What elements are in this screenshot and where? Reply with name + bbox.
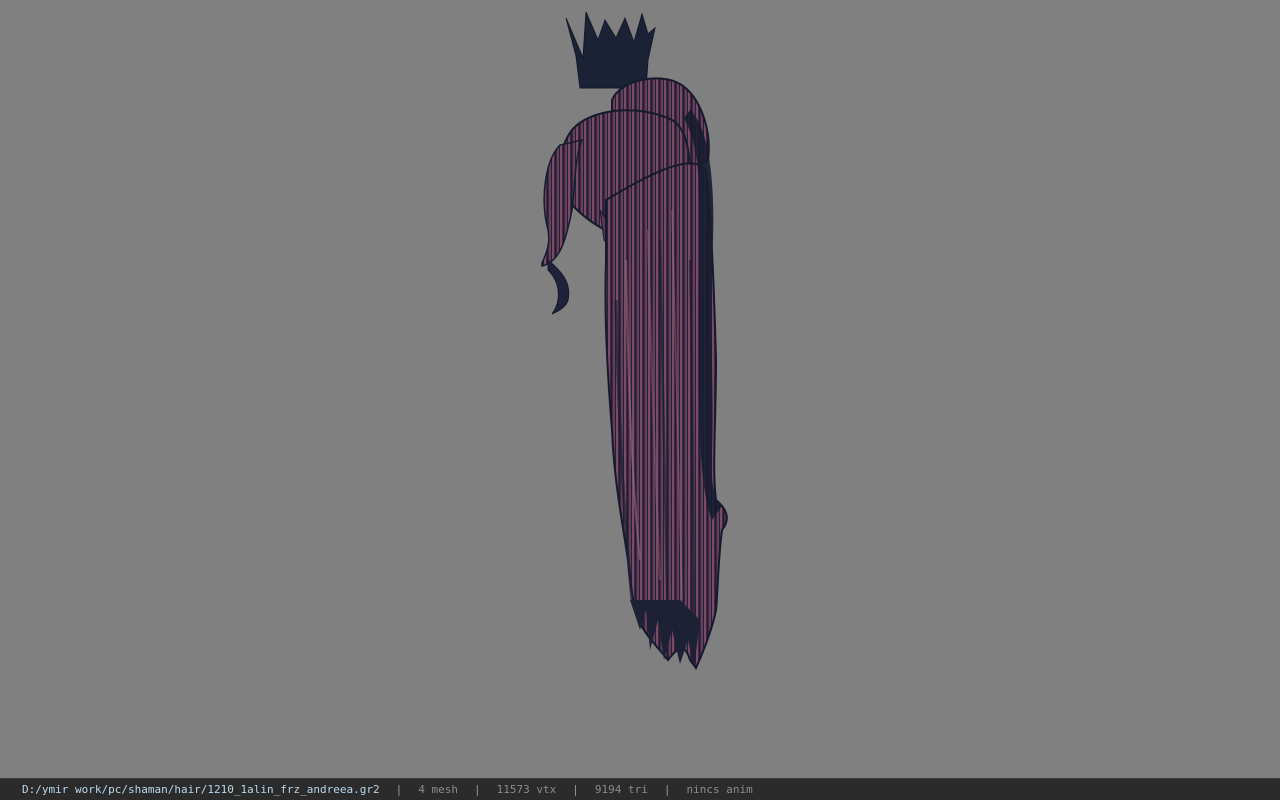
vertex-count-label: 11573 vtx [496, 783, 557, 796]
separator: | [663, 783, 671, 796]
hair-main-body [604, 110, 728, 670]
3d-viewport[interactable] [0, 0, 1280, 778]
topknot-crown [565, 11, 656, 89]
separator: | [572, 783, 579, 796]
separator: | [395, 783, 403, 796]
hair-model-render[interactable] [0, 0, 1280, 778]
mesh-count-label: 4 mesh [418, 783, 458, 796]
triangle-count-label: 9194 tri [594, 783, 648, 796]
status-bar: D:/ymir work/pc/shaman/hair/1210_1alin_f… [0, 778, 1280, 800]
file-path-label: D:/ymir work/pc/shaman/hair/1210_1alin_f… [22, 783, 380, 796]
animation-status-label: nincs anim [686, 783, 753, 796]
separator: | [474, 783, 481, 796]
